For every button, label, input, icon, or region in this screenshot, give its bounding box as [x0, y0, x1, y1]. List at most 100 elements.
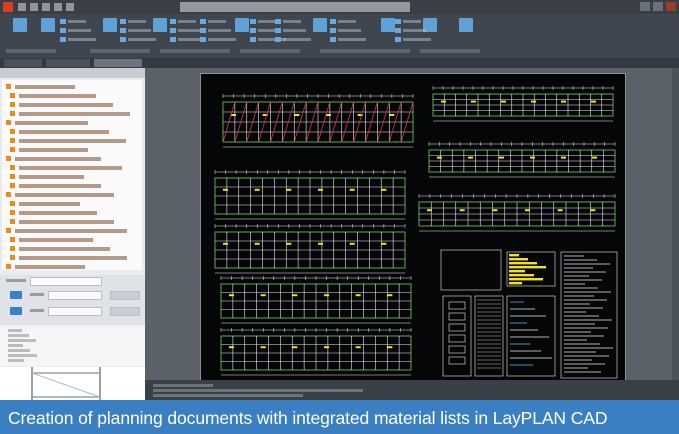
tree-item[interactable] — [6, 147, 136, 153]
folder-icon — [10, 165, 15, 170]
ribbon-group-label — [6, 49, 56, 53]
folder-icon — [6, 156, 11, 161]
project-browser-panel — [0, 68, 145, 400]
ribbon-tool-label — [178, 29, 201, 32]
tree-item[interactable] — [6, 183, 136, 189]
ribbon-small-icon[interactable] — [250, 19, 256, 24]
ribbon-tool-icon[interactable] — [150, 18, 170, 48]
tree-item[interactable] — [6, 111, 136, 117]
ribbon-small-icon[interactable] — [60, 19, 66, 24]
quick-access-save-icon[interactable] — [42, 3, 50, 11]
ribbon-small-icon[interactable] — [330, 19, 336, 24]
ribbon-small-icon[interactable] — [250, 28, 256, 33]
ribbon-tool-label — [283, 20, 301, 23]
unit-field[interactable] — [110, 307, 140, 316]
tree-item[interactable] — [6, 264, 136, 270]
tree-item[interactable] — [6, 129, 136, 135]
tree-item[interactable] — [6, 156, 136, 162]
quick-access-new-icon[interactable] — [18, 3, 26, 11]
folder-icon — [10, 138, 15, 143]
ribbon-small-icon[interactable] — [250, 37, 256, 42]
scaffold-elevation-view — [220, 276, 412, 324]
cad-application-screenshot: Creation of planning documents with inte… — [0, 0, 679, 434]
tree-item[interactable] — [6, 102, 136, 108]
ribbon-small-icon[interactable] — [275, 28, 281, 33]
tree-item[interactable] — [6, 210, 136, 216]
ribbon-small-icon[interactable] — [330, 28, 336, 33]
close-icon[interactable] — [666, 2, 676, 11]
tree-item[interactable] — [6, 219, 136, 225]
quick-access-undo-icon[interactable] — [54, 3, 62, 11]
ribbon-tool-icon[interactable] — [100, 18, 120, 48]
ribbon-small-icon[interactable] — [200, 28, 206, 33]
tree-item[interactable] — [6, 174, 136, 180]
folder-icon — [10, 210, 15, 215]
property-label — [6, 279, 26, 282]
ribbon-small-icon[interactable] — [170, 19, 176, 24]
ribbon-tool-icon[interactable] — [310, 18, 330, 48]
command-line[interactable] — [145, 380, 679, 400]
ribbon-tool-icon[interactable] — [10, 18, 30, 48]
ribbon-small-icon[interactable] — [60, 28, 66, 33]
folder-icon — [10, 174, 15, 179]
quick-access-open-icon[interactable] — [30, 3, 38, 11]
ribbon-small-icon[interactable] — [275, 37, 281, 42]
ribbon-small-icon[interactable] — [395, 19, 401, 24]
ribbon-small-icon[interactable] — [200, 19, 206, 24]
ribbon-small-icon[interactable] — [330, 37, 336, 42]
tab-drawing-active[interactable] — [94, 59, 142, 67]
tree-item[interactable] — [6, 120, 136, 126]
application-logo-icon[interactable] — [3, 2, 13, 12]
tree-item[interactable] — [6, 93, 136, 99]
ribbon-tool-icon[interactable] — [38, 18, 58, 48]
model-space[interactable] — [145, 68, 679, 400]
property-field[interactable] — [48, 291, 102, 300]
scaffold-elevation-view — [214, 224, 406, 274]
folder-icon — [10, 102, 15, 107]
ribbon-small-icon[interactable] — [120, 37, 126, 42]
property-label — [30, 293, 44, 296]
ribbon-small-icon[interactable] — [170, 28, 176, 33]
tree-item-label — [19, 184, 101, 188]
tree-item-label — [19, 220, 114, 224]
tree-item[interactable] — [6, 138, 136, 144]
tree-item[interactable] — [6, 228, 136, 234]
ribbon-tool-icon[interactable] — [456, 18, 476, 48]
property-field[interactable] — [48, 307, 102, 316]
ribbon-small-icon[interactable] — [395, 28, 401, 33]
tree-item[interactable] — [6, 246, 136, 252]
ribbon-tool-icon[interactable] — [232, 18, 252, 48]
vertical-scrollbar[interactable] — [672, 68, 679, 380]
ribbon-small-icon[interactable] — [275, 19, 281, 24]
tab-start[interactable] — [4, 59, 42, 67]
folder-icon — [10, 237, 15, 242]
folder-icon — [10, 129, 15, 134]
tree-item[interactable] — [6, 165, 136, 171]
minimize-icon[interactable] — [640, 2, 650, 11]
ribbon-tool-icon[interactable] — [420, 18, 440, 48]
component-tree — [2, 80, 142, 270]
property-field[interactable] — [30, 277, 102, 286]
property-label — [30, 309, 44, 312]
unit-field[interactable] — [110, 291, 140, 300]
drawing-sheet[interactable] — [200, 73, 626, 385]
quick-access-redo-icon[interactable] — [66, 3, 74, 11]
ribbon-small-icon[interactable] — [120, 28, 126, 33]
tree-item[interactable] — [6, 255, 136, 261]
tree-item[interactable] — [6, 237, 136, 243]
ribbon-small-icon[interactable] — [60, 37, 66, 42]
tab-drawing-1[interactable] — [46, 59, 90, 67]
ribbon-small-icon[interactable] — [170, 37, 176, 42]
tree-item[interactable] — [6, 201, 136, 207]
tree-item[interactable] — [6, 192, 136, 198]
tree-item[interactable] — [6, 84, 136, 90]
ribbon-small-icon[interactable] — [120, 19, 126, 24]
tree-item-label — [19, 247, 110, 251]
ribbon-small-icon[interactable] — [200, 37, 206, 42]
maximize-icon[interactable] — [653, 2, 663, 11]
ribbon-tool-label — [403, 29, 426, 32]
material-list-row — [8, 344, 23, 347]
material-list-row — [8, 339, 36, 342]
scaffold-elevation-view — [428, 142, 616, 178]
ribbon-small-icon[interactable] — [395, 37, 401, 42]
